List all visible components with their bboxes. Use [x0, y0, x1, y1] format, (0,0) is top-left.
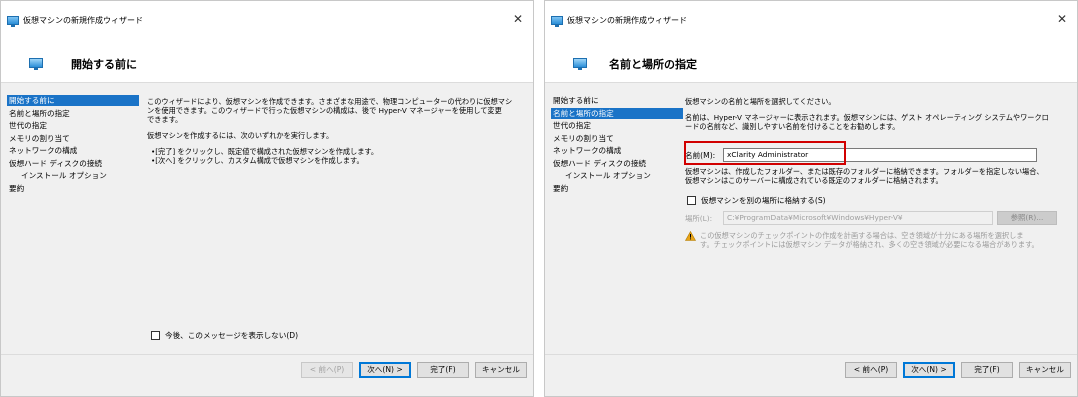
window-title: 仮想マシンの新規作成ウィザード	[567, 16, 687, 25]
location-help: 仮想マシンは、作成したフォルダー、または既存のフォルダーに格納できます。フォルダ…	[685, 167, 1073, 192]
nav-item-installation-options[interactable]: インストール オプション	[7, 170, 139, 181]
nav-item-memory[interactable]: メモリの割り当て	[551, 133, 683, 144]
title-bar: 仮想マシンの新規作成ウィザード ✕	[545, 1, 1077, 45]
hyperv-app-icon	[551, 16, 563, 27]
nav-item-summary[interactable]: 要約	[551, 183, 683, 194]
dont-show-again-checkbox[interactable]	[151, 331, 160, 340]
close-button[interactable]: ✕	[1055, 12, 1069, 26]
page-header: 名前と場所の指定	[545, 45, 1077, 83]
warning-text: この仮想マシンのチェックポイントの作成を計画する場合は、空き領域が十分にある場所…	[700, 231, 1039, 249]
next-button[interactable]: 次へ(N) >	[903, 362, 955, 378]
name-help-paragraph: 名前は、Hyper-V マネージャーに表示されます。仮想マシンには、ゲスト オペ…	[685, 113, 1049, 131]
title-bar: 仮想マシンの新規作成ウィザード ✕	[1, 1, 533, 45]
page-title: 名前と場所の指定	[609, 58, 697, 71]
nav-item-virtual-hard-disk[interactable]: 仮想ハード ディスクの接続	[7, 158, 139, 169]
footer-divider	[1, 354, 533, 355]
select-name-paragraph: 仮想マシンの名前と場所を選択してください。	[685, 97, 836, 106]
nav-item-before-you-begin[interactable]: 開始する前に	[7, 95, 139, 106]
virtual-machine-icon	[29, 58, 43, 70]
dont-show-again-label[interactable]: 今後、このメッセージを表示しない(D)	[165, 330, 298, 341]
virtual-machine-icon	[573, 58, 587, 70]
checkpoint-warning: この仮想マシンのチェックポイントの作成を計画する場合は、空き領域が十分にある場所…	[685, 231, 1065, 249]
wizard-nav: 開始する前に 名前と場所の指定 世代の指定 メモリの割り当て ネットワークの構成…	[7, 95, 139, 195]
finish-button[interactable]: 完了(F)	[961, 362, 1013, 378]
nav-item-summary[interactable]: 要約	[7, 183, 139, 194]
previous-button[interactable]: < 前へ(P)	[845, 362, 897, 378]
nav-item-memory[interactable]: メモリの割り当て	[7, 133, 139, 144]
store-elsewhere-checkbox[interactable]	[687, 196, 696, 205]
page-title: 開始する前に	[71, 58, 137, 71]
wizard-nav: 開始する前に 名前と場所の指定 世代の指定 メモリの割り当て ネットワークの構成…	[551, 95, 683, 195]
browse-button[interactable]: 参照(R)...	[997, 211, 1057, 225]
next-button[interactable]: 次へ(N) >	[359, 362, 411, 378]
nav-item-generation[interactable]: 世代の指定	[551, 120, 683, 131]
page-header: 開始する前に	[1, 45, 533, 83]
cancel-button[interactable]: キャンセル	[1019, 362, 1071, 378]
bullet-finish: •[完了] をクリックし、既定値で構成された仮想マシンを作成します。	[151, 147, 379, 156]
close-button[interactable]: ✕	[511, 12, 525, 26]
wizard-window-before-you-begin: 仮想マシンの新規作成ウィザード ✕ 開始する前に 開始する前に 名前と場所の指定…	[0, 0, 534, 397]
store-elsewhere-row[interactable]: 仮想マシンを別の場所に格納する(S)	[687, 195, 826, 206]
nav-item-installation-options[interactable]: インストール オプション	[551, 170, 683, 181]
location-input[interactable]: C:¥ProgramData¥Microsoft¥Windows¥Hyper-V…	[723, 211, 993, 225]
nav-item-generation[interactable]: 世代の指定	[7, 120, 139, 131]
nav-item-before-you-begin[interactable]: 開始する前に	[551, 95, 683, 106]
nav-item-networking[interactable]: ネットワークの構成	[551, 145, 683, 156]
footer-divider	[545, 354, 1077, 355]
window-title: 仮想マシンの新規作成ウィザード	[23, 16, 143, 25]
previous-button[interactable]: < 前へ(P)	[301, 362, 353, 378]
dont-show-again-row[interactable]: 今後、このメッセージを表示しない(D)	[151, 330, 298, 341]
wizard-buttons: < 前へ(P) 次へ(N) > 完了(F) キャンセル	[845, 362, 1071, 378]
store-elsewhere-label[interactable]: 仮想マシンを別の場所に格納する(S)	[701, 195, 826, 206]
page-content: 仮想マシンの名前と場所を選択してください。 名前は、Hyper-V マネージャー…	[685, 97, 1073, 138]
cancel-button[interactable]: キャンセル	[475, 362, 527, 378]
wizard-window-name-location: 仮想マシンの新規作成ウィザード ✕ 名前と場所の指定 開始する前に 名前と場所の…	[544, 0, 1078, 397]
intro-paragraph: このウィザードにより、仮想マシンを作成できます。さまざまな用途で、物理コンピュー…	[147, 97, 513, 124]
nav-item-name-location[interactable]: 名前と場所の指定	[551, 107, 683, 119]
location-help-paragraph: 仮想マシンは、作成したフォルダー、または既存のフォルダーに格納できます。フォルダ…	[685, 167, 1044, 185]
instruction-paragraph: 仮想マシンを作成するには、次のいずれかを実行します。	[147, 131, 334, 140]
nav-item-virtual-hard-disk[interactable]: 仮想ハード ディスクの接続	[551, 158, 683, 169]
hyperv-app-icon	[7, 16, 19, 27]
page-content: このウィザードにより、仮想マシンを作成できます。さまざまな用途で、物理コンピュー…	[147, 97, 527, 165]
finish-button[interactable]: 完了(F)	[417, 362, 469, 378]
annotation-highlight	[684, 141, 846, 165]
wizard-buttons: < 前へ(P) 次へ(N) > 完了(F) キャンセル	[301, 362, 527, 378]
bullet-next: •[次へ] をクリックし、カスタム構成で仮想マシンを作成します。	[151, 156, 364, 165]
location-row: 場所(L): C:¥ProgramData¥Microsoft¥Windows¥…	[685, 211, 1057, 225]
nav-item-name-location[interactable]: 名前と場所の指定	[7, 108, 139, 119]
location-label: 場所(L):	[685, 213, 713, 223]
warning-icon	[685, 231, 696, 241]
nav-item-networking[interactable]: ネットワークの構成	[7, 145, 139, 156]
